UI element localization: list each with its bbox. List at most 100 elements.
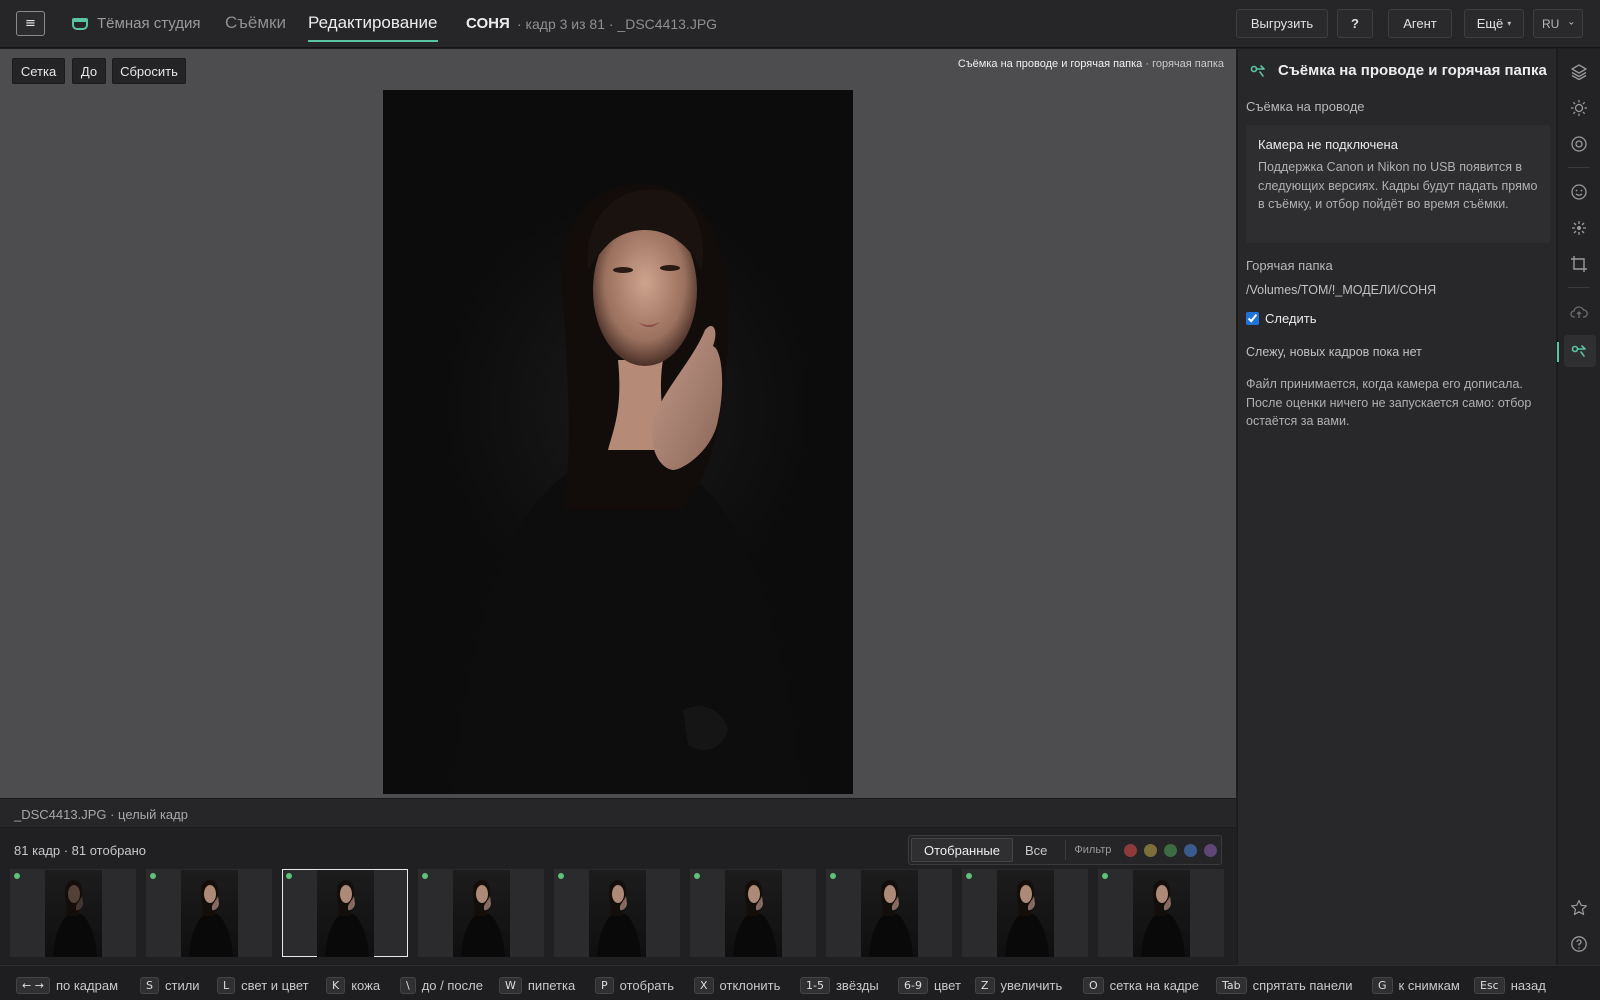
thumbnail-image	[997, 870, 1054, 957]
shortcut-key: S	[140, 977, 159, 994]
star-icon[interactable]	[1570, 899, 1588, 917]
sun-icon[interactable]	[1570, 99, 1588, 117]
shortcut-key: 1-5	[800, 977, 830, 994]
tether-panel: Съёмка на проводе и горячая папка Съёмка…	[1237, 49, 1556, 965]
help-button[interactable]: ?	[1337, 9, 1373, 38]
thumbnail-image	[45, 870, 102, 957]
thumbnail-image	[725, 870, 782, 957]
shortcut-hint: 6-9 цвет	[898, 977, 961, 994]
filmstrip-thumbnail[interactable]	[10, 869, 136, 957]
shortcut-key: ← →	[16, 977, 50, 994]
filmstrip-thumbnail[interactable]	[418, 869, 544, 957]
shortcut-hint: Sстили	[140, 977, 200, 994]
camera-status-title: Камера не подключена	[1258, 137, 1398, 152]
thumbnail-image	[181, 870, 238, 957]
caption-main: Съёмка на проводе и горячая папка	[957, 58, 1143, 70]
shortcut-hint: Tab спрятать панели	[1216, 977, 1352, 994]
sparkle-icon[interactable]	[1570, 219, 1588, 237]
shortcut-hint: 1-5 звёзды	[800, 977, 879, 994]
shortcut-key: \	[400, 977, 416, 994]
filter-blue-dot[interactable]	[1184, 843, 1198, 857]
reset-button[interactable]: Сбросить	[112, 58, 186, 84]
filmstrip-thumbnail[interactable]	[554, 869, 680, 957]
pick-indicator	[694, 873, 700, 879]
shortcut-label: спрятать панели	[1252, 978, 1353, 993]
shortcut-label: пипетка	[527, 978, 576, 993]
filter-green-dot[interactable]	[1164, 843, 1178, 857]
crop-icon[interactable]	[1570, 255, 1588, 273]
pick-indicator	[558, 873, 564, 879]
agent-button[interactable]: Агент	[1388, 9, 1452, 38]
shortcut-key: X	[694, 977, 714, 994]
language-select[interactable]: RU	[1533, 9, 1583, 38]
tether-icon[interactable]	[1564, 335, 1596, 367]
menu-button[interactable]: ≡	[16, 11, 45, 36]
camera-status-body: Поддержка Canon и Nikon по USB появится …	[1258, 160, 1538, 211]
camera-status-card: Камера не подключена Поддержка Canon и N…	[1246, 125, 1550, 243]
shortcut-key: W	[499, 977, 522, 994]
tether-icon	[1250, 64, 1265, 77]
help-circle-icon[interactable]	[1570, 935, 1588, 953]
filename-bar: _DSC4413.JPG · целый кадр	[0, 798, 1236, 828]
shortcut-key: G	[1372, 977, 1393, 994]
filmstrip-thumbnail[interactable]	[826, 869, 952, 957]
shortcut-hint: Kкожа	[326, 977, 380, 994]
watch-status: Слежу, новых кадров пока нет	[1246, 345, 1422, 359]
thumbnail-image	[861, 870, 918, 957]
filter-yellow-dot[interactable]	[1144, 843, 1158, 857]
filter-purple-dot[interactable]	[1204, 843, 1218, 857]
chevron-down-icon	[1569, 22, 1574, 25]
rail-active-indicator	[1557, 342, 1559, 362]
tab-shoots[interactable]: Съёмки	[225, 13, 286, 33]
follow-checkbox-input[interactable]	[1246, 312, 1259, 325]
shortcut-key: Z	[975, 977, 995, 994]
main-photo[interactable]	[383, 90, 853, 794]
shortcut-label: кожа	[351, 978, 381, 993]
filmstrip-thumbnail[interactable]	[962, 869, 1088, 957]
shortcut-label: назад	[1510, 978, 1546, 993]
filter-red-dot[interactable]	[1124, 843, 1138, 857]
tab-editing[interactable]: Редактирование	[308, 13, 438, 42]
shortcut-key: 6-9	[898, 977, 928, 994]
shortcut-key: L	[217, 977, 236, 994]
face-icon[interactable]	[1570, 183, 1588, 201]
segment-all[interactable]: Все	[1013, 838, 1059, 862]
filmstrip-thumbnail[interactable]	[690, 869, 816, 957]
aperture-icon[interactable]	[1570, 135, 1588, 153]
caption-sub: · горячая папка	[1145, 58, 1224, 70]
export-button[interactable]: Выгрузить	[1236, 9, 1328, 38]
shortcut-label: стили	[164, 978, 200, 993]
filmstrip-thumbnail[interactable]	[282, 869, 408, 957]
pick-indicator	[830, 873, 836, 879]
grid-button[interactable]: Сетка	[12, 58, 65, 84]
frame-info: · кадр 3 из 81 · _DSC4413.JPG	[517, 16, 718, 32]
pick-indicator	[422, 873, 428, 879]
shortcut-label: к снимкам	[1398, 978, 1460, 993]
shortcut-hint: Wпипетка	[499, 977, 575, 994]
thumbnail-image	[589, 870, 646, 957]
shortcut-label: цвет	[933, 978, 961, 993]
follow-checkbox[interactable]: Следить	[1246, 311, 1317, 326]
shortcut-key: Tab	[1216, 977, 1247, 994]
rail-divider	[1568, 287, 1590, 288]
canvas-area: Сетка До Сбросить Съёмка на проводе и го…	[0, 49, 1236, 798]
shortcut-hint: \ до / после	[400, 977, 483, 994]
shortcut-key: P	[595, 977, 614, 994]
cloud-upload-icon[interactable]	[1570, 303, 1588, 321]
filmstrip-thumbnail[interactable]	[1098, 869, 1224, 957]
tool-rail	[1557, 49, 1600, 965]
hot-folder-path[interactable]: /Volumes/TOM/!_МОДЕЛИ/СОНЯ	[1246, 283, 1436, 297]
segment-selected[interactable]: Отобранные	[911, 838, 1013, 862]
more-menu-button[interactable]: Ещё ▾	[1464, 9, 1524, 38]
shortcut-hint: Esc назад	[1474, 977, 1546, 994]
project-name: СОНЯ	[466, 15, 510, 32]
shortcut-label: звёзды	[835, 978, 879, 993]
before-button[interactable]: До	[72, 58, 106, 84]
shortcut-key: Esc	[1474, 977, 1505, 994]
caret-down-icon: ▾	[1507, 19, 1512, 28]
top-bar: ≡ Тёмная студия Съёмки Редактирование СО…	[0, 0, 1600, 48]
layers-icon[interactable]	[1570, 63, 1588, 81]
thumbnail-image	[1133, 870, 1190, 957]
filmstrip-thumbnail[interactable]	[146, 869, 272, 957]
brand[interactable]: Тёмная студия	[72, 15, 201, 32]
